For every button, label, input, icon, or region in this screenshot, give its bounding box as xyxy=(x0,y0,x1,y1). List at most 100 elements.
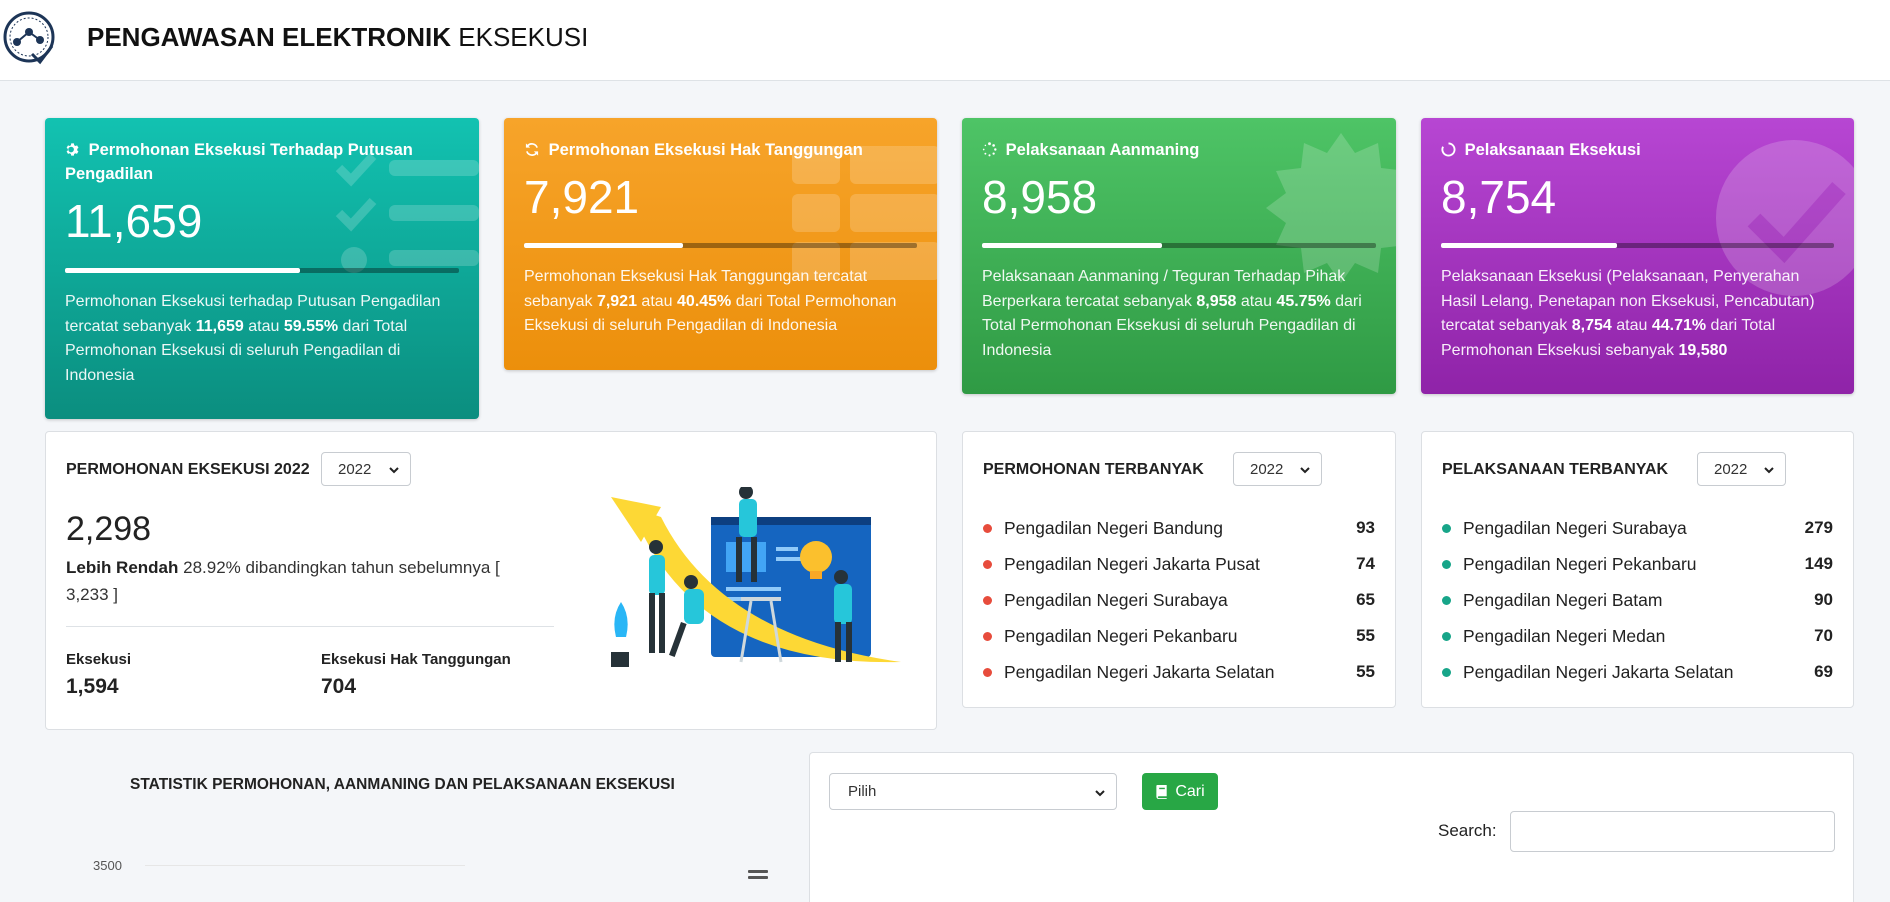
desc-percent: 44.71% xyxy=(1651,317,1707,334)
cari-button[interactable]: Cari xyxy=(1142,773,1218,810)
card-description: Permohonan Eksekusi Hak Tanggungan terca… xyxy=(524,265,917,339)
list-item: Pengadilan Negeri Pekanbaru 149 xyxy=(1442,546,1833,582)
court-name: Pengadilan Negeri Surabaya xyxy=(1004,589,1228,610)
card-description: Pelaksanaan Aanmaning / Teguran Terhadap… xyxy=(982,265,1376,363)
court-name: Pengadilan Negeri Pekanbaru xyxy=(1463,553,1697,574)
chevron-down-icon xyxy=(389,467,399,474)
chevron-down-icon xyxy=(1095,790,1105,797)
bullet-dot-icon xyxy=(983,667,992,677)
hamburger-icon[interactable] xyxy=(748,870,768,882)
list-item: Pengadilan Negeri Surabaya 65 xyxy=(983,582,1375,618)
spinner-icon xyxy=(982,142,997,157)
court-count: 90 xyxy=(1814,590,1833,609)
progress-fill xyxy=(982,243,1163,248)
app-logo-icon[interactable] xyxy=(2,10,56,68)
desc-count: 7,921 xyxy=(596,292,637,310)
card-aanmaning: Pelaksanaan Aanmaning 8,958 Pelaksanaan … xyxy=(962,118,1396,394)
court-count: 93 xyxy=(1356,518,1375,537)
hak-tanggungan-value: 704 xyxy=(321,675,357,698)
growth-illustration xyxy=(611,487,901,667)
permohonan-eksekusi-panel: PERMOHONAN EKSEKUSI 2022 2022 2,298 Lebi… xyxy=(45,431,937,730)
desc-total: 19,580 xyxy=(1678,341,1728,359)
bullet-dot-icon xyxy=(1442,595,1451,605)
year-select-value: 2022 xyxy=(1714,460,1748,478)
list-item: Pengadilan Negeri Jakarta Selatan 55 xyxy=(983,654,1375,690)
top-header: PENGAWASAN ELEKTRONIK EKSEKUSI xyxy=(0,0,1890,81)
court-name: Pengadilan Negeri Batam xyxy=(1463,589,1663,610)
desc-count: 8,754 xyxy=(1571,317,1612,334)
court-name: Pengadilan Negeri Surabaya xyxy=(1463,517,1687,538)
card-value: 8,754 xyxy=(1441,171,1557,223)
desc-count: 11,659 xyxy=(195,317,244,335)
list-item: Pengadilan Negeri Medan 70 xyxy=(1442,618,1833,654)
desc-text: atau xyxy=(1611,317,1652,334)
card-title: Permohonan Eksekusi Terhadap Putusan Pen… xyxy=(65,138,459,186)
court-count: 74 xyxy=(1356,554,1375,573)
hak-tanggungan-label: Eksekusi Hak Tanggungan xyxy=(321,651,511,668)
bullet-dot-icon xyxy=(1442,667,1451,677)
court-name: Pengadilan Negeri Jakarta Pusat xyxy=(1004,553,1260,574)
progress-bar xyxy=(524,243,917,248)
desc-percent: 45.75% xyxy=(1276,292,1331,310)
permohonan-total: 2,298 xyxy=(66,510,152,548)
card-title-text: Permohonan Eksekusi Hak Tanggungan xyxy=(548,141,863,159)
ranking-list: Pengadilan Negeri Surabaya 279 Pengadilan … xyxy=(1442,510,1833,690)
app-title: PENGAWASAN ELEKTRONIK EKSEKUSI xyxy=(87,22,588,53)
ranking-list: Pengadilan Negeri Bandung 93 Pengadilan Ne… xyxy=(983,510,1375,690)
court-name: Pengadilan Negeri Jakarta Selatan xyxy=(1004,661,1275,682)
progress-fill xyxy=(65,268,300,273)
card-putusan-pengadilan: Permohonan Eksekusi Terhadap Putusan Pen… xyxy=(45,118,479,419)
court-count: 55 xyxy=(1356,626,1375,645)
desc-count: 8,958 xyxy=(1196,292,1237,310)
desc-percent: 40.45% xyxy=(677,292,732,310)
list-item: Pengadilan Negeri Surabaya 279 xyxy=(1442,510,1833,546)
list-item: Pengadilan Negeri Jakarta Pusat 74 xyxy=(983,546,1375,582)
list-item: Pengadilan Negeri Jakarta Selatan 69 xyxy=(1442,654,1833,690)
permohonan-terbanyak-panel: PERMOHONAN TERBANYAK 2022 Pengadilan Neg… xyxy=(962,431,1396,708)
card-value: 11,659 xyxy=(65,195,203,247)
circle-notch-icon xyxy=(1441,142,1456,157)
eksekusi-value: 1,594 xyxy=(66,675,119,698)
bullet-dot-icon xyxy=(1442,631,1451,641)
court-count: 70 xyxy=(1814,626,1833,645)
court-count: 69 xyxy=(1814,662,1833,681)
court-count: 55 xyxy=(1356,662,1375,681)
y-gridline xyxy=(145,865,465,866)
year-select[interactable]: 2022 xyxy=(1697,452,1786,486)
app-title-light: EKSEKUSI xyxy=(458,22,589,52)
desc-text: atau xyxy=(1236,292,1277,310)
year-select[interactable]: 2022 xyxy=(1233,452,1322,486)
search-label: Search: xyxy=(1438,821,1497,840)
year-select[interactable]: 2022 xyxy=(321,452,411,486)
gear-icon xyxy=(66,143,79,156)
filter-select-value: Pilih xyxy=(848,783,877,800)
card-description: Permohonan Eksekusi terhadap Putusan Pen… xyxy=(65,290,459,388)
list-item: Pengadilan Negeri Batam 90 xyxy=(1442,582,1833,618)
bullet-dot-icon xyxy=(983,559,992,569)
court-name: Pengadilan Negeri Pekanbaru xyxy=(1004,625,1238,646)
card-title-text: Pelaksanaan Aanmaning xyxy=(1005,141,1200,159)
progress-bar xyxy=(982,243,1376,248)
cari-button-label: Cari xyxy=(1175,782,1205,800)
panel-title: PERMOHONAN EKSEKUSI 2022 xyxy=(66,461,310,478)
search-input[interactable] xyxy=(1510,811,1835,852)
chevron-down-icon xyxy=(1764,467,1774,474)
progress-bar xyxy=(65,268,459,273)
bullet-dot-icon xyxy=(983,631,992,641)
card-hak-tanggungan: Permohonan Eksekusi Hak Tanggungan 7,921… xyxy=(504,118,937,370)
court-count: 65 xyxy=(1356,590,1375,609)
panel-title: PELAKSANAAN TERBANYAK xyxy=(1442,461,1669,478)
card-title-text: Pelaksanaan Eksekusi xyxy=(1464,141,1641,159)
year-select-value: 2022 xyxy=(338,460,372,478)
statistik-chart-title: STATISTIK PERMOHONAN, AANMANING DAN PELA… xyxy=(130,776,675,793)
divider xyxy=(66,626,554,627)
filter-select[interactable]: Pilih xyxy=(829,773,1117,810)
progress-fill xyxy=(1441,243,1617,248)
eksekusi-label: Eksekusi xyxy=(66,651,132,668)
card-title: Pelaksanaan Aanmaning xyxy=(982,138,1376,162)
pelaksanaan-terbanyak-panel: PELAKSANAAN TERBANYAK 2022 Pengadilan Ne… xyxy=(1421,431,1854,708)
court-name: Pengadilan Negeri Medan xyxy=(1463,625,1666,646)
comparison-text: Lebih Rendah 28.92% dibandingkan tahun s… xyxy=(66,554,526,608)
card-pelaksanaan-eksekusi: Pelaksanaan Eksekusi 8,754 Pelaksanaan E… xyxy=(1421,118,1854,394)
card-title-text: Permohonan Eksekusi Terhadap Putusan Pen… xyxy=(65,141,413,183)
